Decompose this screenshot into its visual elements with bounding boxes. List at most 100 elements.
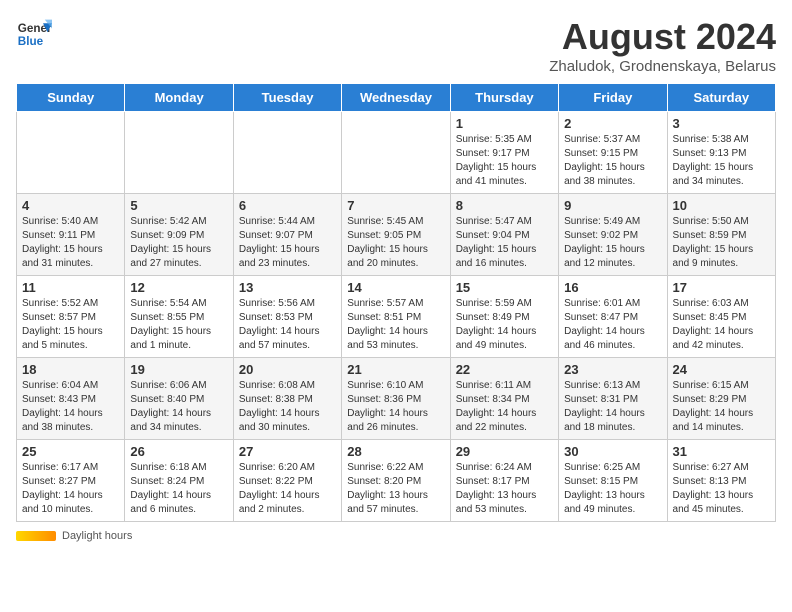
calendar-cell: 16 Sunrise: 6:01 AM Sunset: 8:47 PM Dayli… [559, 276, 667, 358]
calendar-cell: 12 Sunrise: 5:54 AM Sunset: 8:55 PM Dayli… [125, 276, 233, 358]
day-info: Sunrise: 5:38 AM Sunset: 9:13 PM Dayligh… [673, 133, 770, 189]
day-info: Sunrise: 5:54 AM Sunset: 8:55 PM Dayligh… [130, 297, 227, 353]
logo: General Blue [16, 16, 52, 52]
day-number: 28 [347, 444, 444, 459]
day-header-tuesday: Tuesday [233, 84, 341, 112]
day-number: 10 [673, 198, 770, 213]
day-number: 30 [564, 444, 661, 459]
calendar-subtitle: Zhaludok, Grodnenskaya, Belarus [549, 58, 776, 75]
day-number: 31 [673, 444, 770, 459]
calendar-cell: 8 Sunrise: 5:47 AM Sunset: 9:04 PM Daylig… [450, 194, 558, 276]
title-block: August 2024 Zhaludok, Grodnenskaya, Bela… [549, 16, 776, 75]
day-number: 18 [22, 362, 119, 377]
calendar-cell: 23Sunrise: 6:13 AM Sunset: 8:31 PM Dayli… [559, 358, 667, 440]
day-info: Sunrise: 5:57 AM Sunset: 8:51 PM Dayligh… [347, 297, 444, 353]
day-number: 2 [564, 116, 661, 131]
day-info: Sunrise: 5:40 AM Sunset: 9:11 PM Dayligh… [22, 215, 119, 271]
day-number: 27 [239, 444, 336, 459]
day-info: Sunrise: 6:27 AM Sunset: 8:13 PM Dayligh… [673, 461, 770, 517]
calendar-week-5: 25 Sunrise: 6:17 AM Sunset: 8:27 PM Dayli… [17, 440, 776, 522]
calendar-week-1: 1 Sunrise: 5:35 AM Sunset: 9:17 PM Daylig… [17, 112, 776, 194]
calendar-cell: 13 Sunrise: 5:56 AM Sunset: 8:53 PM Dayli… [233, 276, 341, 358]
calendar-cell: 28 Sunrise: 6:22 AM Sunset: 8:20 PM Dayli… [342, 440, 450, 522]
day-info: Sunrise: 6:04 AM Sunset: 8:43 PM Dayligh… [22, 379, 119, 435]
day-info: Sunrise: 6:08 AM Sunset: 8:38 PM Dayligh… [239, 379, 336, 435]
day-number: 22 [456, 362, 553, 377]
calendar-cell: 31 Sunrise: 6:27 AM Sunset: 8:13 PM Dayli… [667, 440, 775, 522]
day-number: 8 [456, 198, 553, 213]
day-info: Sunrise: 6:25 AM Sunset: 8:15 PM Dayligh… [564, 461, 661, 517]
calendar-cell: 22 Sunrise: 6:11 AM Sunset: 8:34 PM Dayli… [450, 358, 558, 440]
day-number: 11 [22, 280, 119, 295]
daylight-label: Daylight hours [62, 530, 132, 542]
day-header-friday: Friday [559, 84, 667, 112]
calendar-cell: 18 Sunrise: 6:04 AM Sunset: 8:43 PM Dayli… [17, 358, 125, 440]
calendar-cell [17, 112, 125, 194]
day-info: Sunrise: 6:11 AM Sunset: 8:34 PM Dayligh… [456, 379, 553, 435]
calendar-week-3: 11 Sunrise: 5:52 AM Sunset: 8:57 PM Dayli… [17, 276, 776, 358]
day-number: 3 [673, 116, 770, 131]
day-header-sunday: Sunday [17, 84, 125, 112]
day-info: Sunrise: 5:49 AM Sunset: 9:02 PM Dayligh… [564, 215, 661, 271]
day-number: 7 [347, 198, 444, 213]
day-info: Sunrise: 5:50 AM Sunset: 8:59 PM Dayligh… [673, 215, 770, 271]
day-info: Sunrise: 6:01 AM Sunset: 8:47 PM Dayligh… [564, 297, 661, 353]
calendar-cell: 10 Sunrise: 5:50 AM Sunset: 8:59 PM Dayli… [667, 194, 775, 276]
day-info: Sunrise: 6:03 AM Sunset: 8:45 PM Dayligh… [673, 297, 770, 353]
day-info: Sunrise: 5:37 AM Sunset: 9:15 PM Dayligh… [564, 133, 661, 189]
day-info: Sunrise: 6:10 AM Sunset: 8:36 PM Dayligh… [347, 379, 444, 435]
day-header-thursday: Thursday [450, 84, 558, 112]
calendar-cell: 26Sunrise: 6:18 AM Sunset: 8:24 PM Dayli… [125, 440, 233, 522]
calendar-cell: 11 Sunrise: 5:52 AM Sunset: 8:57 PM Dayli… [17, 276, 125, 358]
day-number: 20 [239, 362, 336, 377]
calendar-week-4: 18 Sunrise: 6:04 AM Sunset: 8:43 PM Dayli… [17, 358, 776, 440]
day-info: Sunrise: 5:52 AM Sunset: 8:57 PM Dayligh… [22, 297, 119, 353]
day-info: Sunrise: 5:44 AM Sunset: 9:07 PM Dayligh… [239, 215, 336, 271]
day-number: 5 [130, 198, 227, 213]
day-info: Sunrise: 5:56 AM Sunset: 8:53 PM Dayligh… [239, 297, 336, 353]
day-info: Sunrise: 5:45 AM Sunset: 9:05 PM Dayligh… [347, 215, 444, 271]
calendar-cell: 3 Sunrise: 5:38 AM Sunset: 9:13 PM Daylig… [667, 112, 775, 194]
day-number: 15 [456, 280, 553, 295]
day-number: 21 [347, 362, 444, 377]
day-number: 1 [456, 116, 553, 131]
day-info: Sunrise: 6:06 AM Sunset: 8:40 PM Dayligh… [130, 379, 227, 435]
day-header-saturday: Saturday [667, 84, 775, 112]
calendar-table: SundayMondayTuesdayWednesdayThursdayFrid… [16, 83, 776, 522]
daylight-bar [16, 531, 56, 541]
day-number: 12 [130, 280, 227, 295]
calendar-cell: 2 Sunrise: 5:37 AM Sunset: 9:15 PM Daylig… [559, 112, 667, 194]
calendar-cell: 4Sunrise: 5:40 AM Sunset: 9:11 PM Daylig… [17, 194, 125, 276]
calendar-cell: 19 Sunrise: 6:06 AM Sunset: 8:40 PM Dayli… [125, 358, 233, 440]
day-number: 29 [456, 444, 553, 459]
calendar-cell: 29 Sunrise: 6:24 AM Sunset: 8:17 PM Dayli… [450, 440, 558, 522]
calendar-cell [342, 112, 450, 194]
logo-icon: General Blue [16, 16, 52, 52]
svg-text:Blue: Blue [18, 35, 44, 48]
day-info: Sunrise: 5:42 AM Sunset: 9:09 PM Dayligh… [130, 215, 227, 271]
day-info: Sunrise: 5:47 AM Sunset: 9:04 PM Dayligh… [456, 215, 553, 271]
day-info: Sunrise: 5:35 AM Sunset: 9:17 PM Dayligh… [456, 133, 553, 189]
day-number: 24 [673, 362, 770, 377]
day-info: Sunrise: 6:24 AM Sunset: 8:17 PM Dayligh… [456, 461, 553, 517]
day-number: 19 [130, 362, 227, 377]
calendar-cell: 9 Sunrise: 5:49 AM Sunset: 9:02 PM Daylig… [559, 194, 667, 276]
day-info: Sunrise: 6:18 AM Sunset: 8:24 PM Dayligh… [130, 461, 227, 517]
calendar-cell: 6 Sunrise: 5:44 AM Sunset: 9:07 PM Daylig… [233, 194, 341, 276]
calendar-cell: 27Sunrise: 6:20 AM Sunset: 8:22 PM Dayli… [233, 440, 341, 522]
day-number: 6 [239, 198, 336, 213]
day-number: 9 [564, 198, 661, 213]
day-info: Sunrise: 6:13 AM Sunset: 8:31 PM Dayligh… [564, 379, 661, 435]
day-info: Sunrise: 6:22 AM Sunset: 8:20 PM Dayligh… [347, 461, 444, 517]
day-number: 16 [564, 280, 661, 295]
day-info: Sunrise: 6:15 AM Sunset: 8:29 PM Dayligh… [673, 379, 770, 435]
day-header-wednesday: Wednesday [342, 84, 450, 112]
day-info: Sunrise: 6:17 AM Sunset: 8:27 PM Dayligh… [22, 461, 119, 517]
day-header-monday: Monday [125, 84, 233, 112]
calendar-cell: 21 Sunrise: 6:10 AM Sunset: 8:36 PM Dayli… [342, 358, 450, 440]
calendar-cell: 17Sunrise: 6:03 AM Sunset: 8:45 PM Dayli… [667, 276, 775, 358]
calendar-week-2: 4Sunrise: 5:40 AM Sunset: 9:11 PM Daylig… [17, 194, 776, 276]
day-number: 25 [22, 444, 119, 459]
day-number: 13 [239, 280, 336, 295]
calendar-cell: 20 Sunrise: 6:08 AM Sunset: 8:38 PM Dayli… [233, 358, 341, 440]
